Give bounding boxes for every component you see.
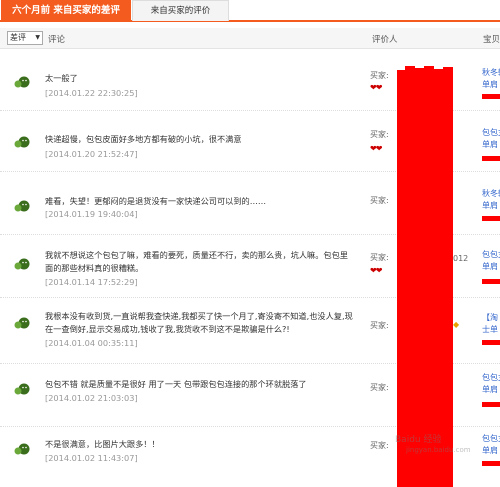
redacted-item (482, 156, 500, 161)
item-link[interactable]: 包包女 (482, 372, 500, 384)
review-date: [2014.01.04 00:35:11] (45, 338, 138, 348)
buyer-label: 买家: (370, 383, 389, 392)
review-text: 我就不想说这个包包了嘛，难看的要死，质量还不行，卖的那么贵，坑人嘛。包包里面的那… (45, 250, 348, 273)
rating-filter-value: 差评 (10, 33, 26, 42)
item-link-line2[interactable]: 单肩 (482, 200, 500, 212)
buyer-label: 买家: (370, 253, 389, 262)
bad-rating-icon (14, 200, 30, 212)
column-header: 差评 ▼ 评论 评价人 宝贝 (0, 28, 500, 49)
buyer-label: 买家: (370, 196, 389, 205)
bad-rating-icon (14, 76, 30, 88)
tab-buyer-reviews[interactable]: 来自买家的评价 (132, 0, 229, 21)
bad-rating-icon (14, 136, 30, 148)
buyer-label: 买家: (370, 71, 389, 80)
review-date: [2014.01.02 21:03:03] (45, 393, 138, 403)
buyer-credit-hearts: ❤❤ (370, 144, 382, 153)
bad-rating-icon (14, 317, 30, 329)
bad-rating-icon (14, 383, 30, 395)
buyer-label: 买家: (370, 441, 389, 450)
item-link-line2[interactable]: 单肩 (482, 79, 500, 91)
item-link-line2[interactable]: 单肩 (482, 445, 500, 457)
review-date: [2014.01.22 22:30:25] (45, 88, 138, 98)
review-text: 包包不错 就是质量不是很好 用了一天 包带跟包包连接的那个环就脱落了 (45, 379, 307, 389)
item-link-line2[interactable]: 单肩 (482, 139, 500, 151)
item-link-line2[interactable]: 士单 (482, 324, 500, 336)
item-column-header: 宝贝 (483, 35, 500, 45)
review-date: [2014.01.19 19:40:04] (45, 209, 138, 219)
badge-icon: ◆ (453, 320, 460, 329)
bad-rating-icon (14, 258, 30, 270)
redacted-item (482, 279, 500, 284)
item-link[interactable]: 秋冬韩 (482, 188, 500, 200)
comment-column-header: 评论 (48, 35, 66, 45)
review-text: 快递超慢，包包皮面好多地方都有破的小坑，很不满意 (45, 134, 242, 144)
review-date: [2014.01.20 21:52:47] (45, 149, 138, 159)
bad-rating-icon (14, 443, 30, 455)
reviewer-date-fragment: 012 (453, 254, 469, 263)
buyer-label: 买家: (370, 321, 389, 330)
buyer-credit-hearts: ❤❤ (370, 266, 382, 275)
chevron-down-icon: ▼ (35, 34, 40, 41)
item-link-line2[interactable]: 单肩 (482, 384, 500, 396)
item-link[interactable]: 包包女 (482, 249, 500, 261)
redacted-item (482, 461, 500, 466)
review-date: [2014.01.02 11:43:07] (45, 453, 138, 463)
redacted-item (482, 216, 500, 221)
buyer-credit-hearts: ❤❤ (370, 83, 382, 92)
redacted-item (482, 402, 500, 407)
review-date: [2014.01.14 17:52:29] (45, 277, 138, 287)
review-text: 太一般了 (45, 73, 78, 83)
redacted-item (482, 94, 500, 99)
redacted-item (482, 340, 500, 345)
buyer-label: 买家: (370, 130, 389, 139)
redaction-block (397, 66, 453, 487)
watermark-logo: Baidu 经验 (395, 435, 442, 445)
item-link-line2[interactable]: 单肩 (482, 261, 500, 273)
item-link[interactable]: 【淘 (482, 312, 500, 324)
item-link[interactable]: 包包女 (482, 433, 500, 445)
tab-bar: 六个月前 来自买家的差评 来自买家的评价 (0, 0, 500, 24)
review-text: 我根本没有收到货,一直说帮我查快递,我都买了快一个月了,寄没寄不知道,也没人复,… (45, 311, 353, 334)
rating-filter-select[interactable]: 差评 ▼ (7, 31, 43, 45)
watermark-url: jingyan.baidu.com (406, 446, 471, 454)
tab-bad-reviews[interactable]: 六个月前 来自买家的差评 (1, 0, 131, 22)
review-text: 不是很满意，比图片大跟多！！ (45, 439, 160, 449)
reviewer-column-header: 评价人 (372, 35, 398, 45)
item-link[interactable]: 秋冬韩 (482, 67, 500, 79)
item-link[interactable]: 包包女 (482, 127, 500, 139)
review-text: 难看，失望！更郁闷的是退货没有一家快递公司可以到的…… (45, 196, 267, 206)
